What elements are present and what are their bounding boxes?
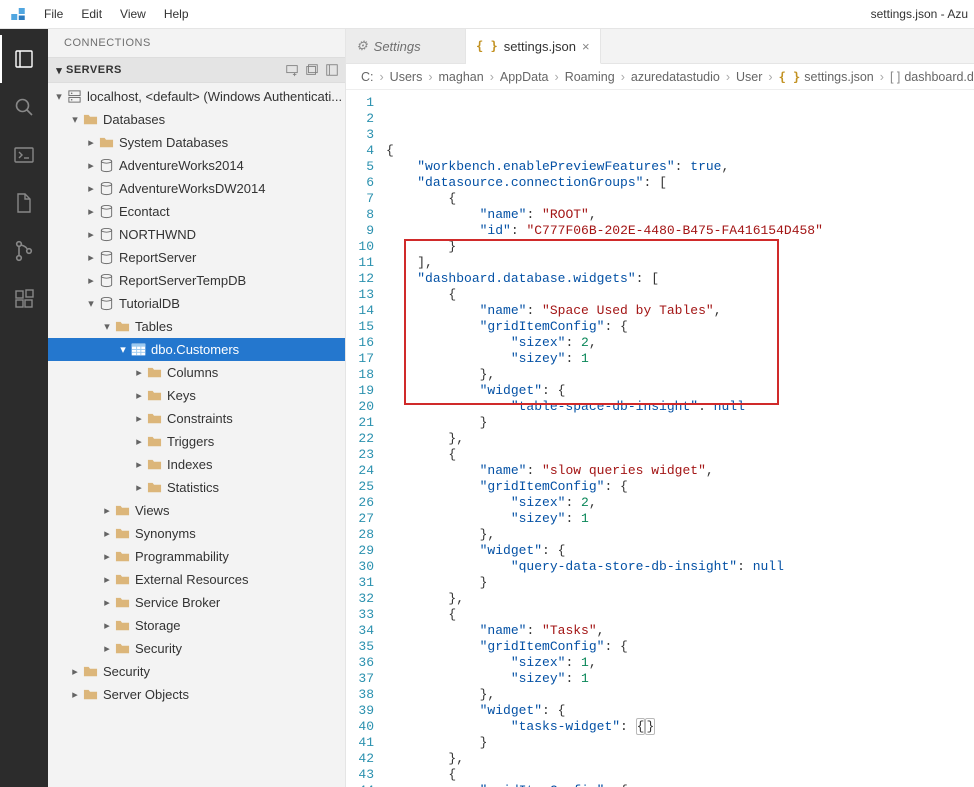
activity-extensions[interactable] [0,275,48,323]
db-northwnd[interactable]: ▸NORTHWND [48,223,345,246]
activity-explorer[interactable] [0,179,48,227]
activity-connections[interactable] [0,35,48,83]
app-icon [0,5,35,23]
servers-header[interactable]: ▾ SERVERS [48,57,345,83]
folder-icon [146,365,162,381]
programmability-folder[interactable]: ▸Programmability [48,545,345,568]
server-objects-folder[interactable]: ▸Server Objects [48,683,345,706]
storage-folder[interactable]: ▸Storage [48,614,345,637]
json-icon: { } [779,70,801,84]
editor: ⚙ Settings { } settings.json × C:› Users… [346,29,974,787]
database-icon [98,204,114,220]
activity-search[interactable] [0,83,48,131]
constraints-folder[interactable]: ▸Constraints [48,407,345,430]
statistics-folder[interactable]: ▸Statistics [48,476,345,499]
activity-source-control[interactable] [0,227,48,275]
tree-view: ▾localhost, <default> (Windows Authentic… [48,83,345,787]
columns-folder[interactable]: ▸Columns [48,361,345,384]
window-title: settings.json - Azu [871,7,974,21]
folder-icon [146,411,162,427]
tabs-bar: ⚙ Settings { } settings.json × [346,29,974,64]
activity-bar [0,29,48,787]
server-security-folder[interactable]: ▸Security [48,660,345,683]
line-numbers: 1234567891011121314151617181920212223242… [346,90,386,787]
synonyms-folder[interactable]: ▸Synonyms [48,522,345,545]
show-active-icon[interactable] [323,61,341,79]
db-system[interactable]: ▸System Databases [48,131,345,154]
folder-icon [114,319,130,335]
folder-icon [114,503,130,519]
views-folder[interactable]: ▸Views [48,499,345,522]
close-icon[interactable]: × [582,39,590,54]
triggers-folder[interactable]: ▸Triggers [48,430,345,453]
json-icon: { } [476,39,498,53]
database-icon [98,181,114,197]
database-icon [98,158,114,174]
menu-file[interactable]: File [35,0,72,28]
activity-terminal[interactable] [0,131,48,179]
folder-icon [82,112,98,128]
folder-icon [114,526,130,542]
folder-icon [114,618,130,634]
database-icon [98,250,114,266]
database-icon [98,227,114,243]
folder-icon [82,687,98,703]
table-icon [130,342,146,358]
folder-icon [146,434,162,450]
gear-icon: ⚙ [356,38,368,54]
database-icon [98,273,114,289]
chevron-down-icon: ▾ [52,64,66,77]
menu-edit[interactable]: Edit [72,0,111,28]
breadcrumbs[interactable]: C:› Users› maghan› AppData› Roaming› azu… [346,64,974,90]
new-group-icon[interactable] [303,61,321,79]
folder-icon [98,135,114,151]
external-folder[interactable]: ▸External Resources [48,568,345,591]
db-tutorial[interactable]: ▾TutorialDB [48,292,345,315]
server-icon [66,89,82,105]
folder-icon [146,457,162,473]
indexes-folder[interactable]: ▸Indexes [48,453,345,476]
folder-icon [114,549,130,565]
db-reportservertemp[interactable]: ▸ReportServerTempDB [48,269,345,292]
table-dbo-customers[interactable]: ▾dbo.Customers [48,338,345,361]
tab-settings-json[interactable]: { } settings.json × [466,29,601,64]
db-adventureworks[interactable]: ▸AdventureWorks2014 [48,154,345,177]
db-security-folder[interactable]: ▸Security [48,637,345,660]
db-adventureworksdw[interactable]: ▸AdventureWorksDW2014 [48,177,345,200]
code-content[interactable]: { "workbench.enablePreviewFeatures": tru… [386,90,974,787]
databases-folder[interactable]: ▾Databases [48,108,345,131]
folder-icon [114,595,130,611]
db-reportserver[interactable]: ▸ReportServer [48,246,345,269]
folder-icon [114,572,130,588]
folder-icon [114,641,130,657]
folder-icon [82,664,98,680]
database-icon [98,296,114,312]
tables-folder[interactable]: ▾Tables [48,315,345,338]
servicebroker-folder[interactable]: ▸Service Broker [48,591,345,614]
server-node[interactable]: ▾localhost, <default> (Windows Authentic… [48,85,345,108]
menu-help[interactable]: Help [155,0,198,28]
tab-settings[interactable]: ⚙ Settings [346,29,466,63]
code-editor[interactable]: 1234567891011121314151617181920212223242… [346,90,974,787]
sidebar: CONNECTIONS ▾ SERVERS ▾localhost, <defau… [48,29,346,787]
keys-folder[interactable]: ▸Keys [48,384,345,407]
db-econtact[interactable]: ▸Econtact [48,200,345,223]
sidebar-title: CONNECTIONS [48,29,345,57]
title-bar: File Edit View Help settings.json - Azu [0,0,974,29]
new-connection-icon[interactable] [283,61,301,79]
folder-icon [146,480,162,496]
folder-icon [146,388,162,404]
menu-view[interactable]: View [111,0,155,28]
